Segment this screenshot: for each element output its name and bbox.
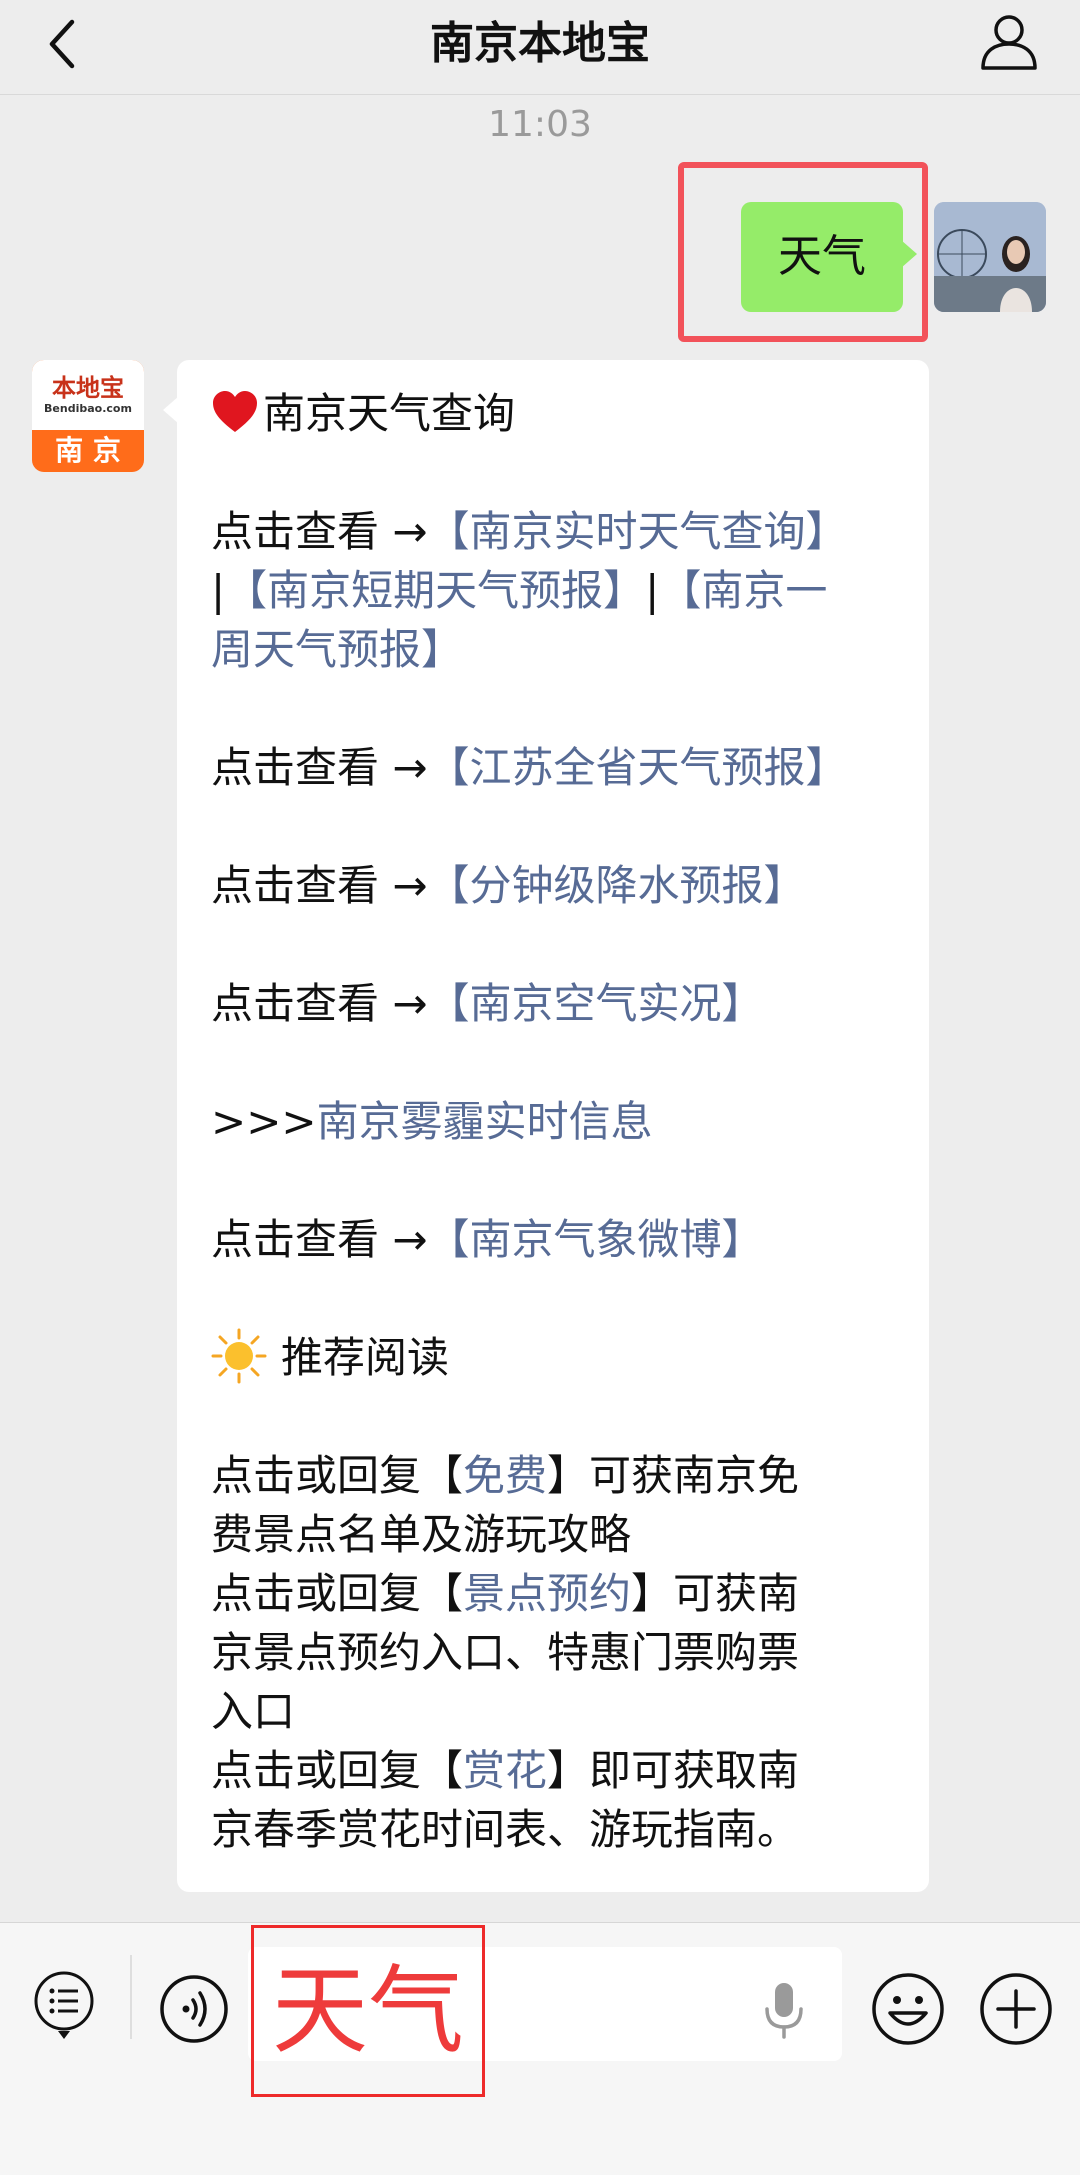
link-flowers[interactable]: 赏花 [463,1746,547,1795]
incoming-message-bubble: 南京天气查询 点击查看 →【南京实时天气查询】 |【南京短期天气预报】|【南京一… [163,360,929,1892]
reply-text: 费景点名单及游玩攻略 [211,1510,632,1559]
user-avatar[interactable] [934,202,1046,312]
link-week-forecast[interactable]: 【南京一 [659,566,827,615]
brand-logo-url: Bendibao.com [44,402,132,415]
link-realtime-weather[interactable]: 【南京实时天气查询】 [428,507,848,556]
voice-toggle-icon[interactable] [158,1973,230,2045]
outgoing-message-bubble[interactable]: 天气 [741,202,917,312]
link-air-quality[interactable]: 【南京空气实况】 [428,979,764,1028]
link-free[interactable]: 免费 [463,1451,547,1500]
official-account-avatar[interactable]: 本地宝 Bendibao.com 南 京 [32,360,144,472]
recommend-heading: 推荐阅读 [211,1328,901,1387]
bar-divider [130,1955,132,2039]
link-week-forecast-cont[interactable]: 周天气预报】 [211,625,463,674]
chat-title: 南京本地宝 [430,18,650,69]
reply-text: 京春季赏花时间表、游玩指南。 [211,1805,800,1854]
brand-logo-city: 南 京 [55,434,121,467]
sun-icon [211,1328,267,1384]
typed-text-highlight: 天气 [251,1925,485,2097]
message-heading: 南京天气查询 [211,384,901,443]
nav-bar: 南京本地宝 [0,0,1080,95]
view-prefix: 点击查看 → [211,507,428,556]
link-short-term-forecast[interactable]: 【南京短期天气预报】 [225,566,645,615]
link-haze-info[interactable]: 南京雾霾实时信息 [317,1097,653,1146]
heart-icon [213,391,257,432]
separator: | [645,566,660,615]
reply-text: 点击或回复【 [211,1569,464,1618]
emoji-icon[interactable] [870,1971,946,2047]
profile-icon[interactable] [978,10,1040,72]
message-timestamp: 11:03 [488,104,592,145]
arrows-prefix: >>> [211,1097,317,1146]
reply-text: 点击或回复【 [211,1746,464,1795]
menu-list-icon[interactable] [32,1969,96,2045]
composer-bar [0,1922,1080,2175]
avatar-photo-icon [934,202,1046,312]
view-prefix: 点击查看 → [211,979,428,1028]
plus-icon[interactable] [978,1971,1054,2047]
reply-text: 京景点预约入口、特惠门票购票 [211,1628,800,1677]
reply-text: 入口 [211,1687,296,1736]
brand-logo-text: 本地宝 [52,374,124,402]
reply-text: 】即可获取南 [547,1746,800,1795]
link-jiangsu-forecast[interactable]: 【江苏全省天气预报】 [428,743,848,792]
link-minute-rain[interactable]: 【分钟级降水预报】 [428,861,806,910]
reply-text: 】可获南 [631,1569,800,1618]
microphone-icon[interactable] [762,1979,806,2043]
view-prefix: 点击查看 → [211,1215,428,1264]
separator: | [211,566,226,615]
view-prefix: 点击查看 → [211,743,428,792]
reply-text: 点击或回复【 [211,1451,464,1500]
view-prefix: 点击查看 → [211,861,428,910]
reply-text: 】可获南京免 [547,1451,800,1500]
link-reservation[interactable]: 景点预约 [463,1569,631,1618]
link-weather-weibo[interactable]: 【南京气象微博】 [428,1215,764,1264]
